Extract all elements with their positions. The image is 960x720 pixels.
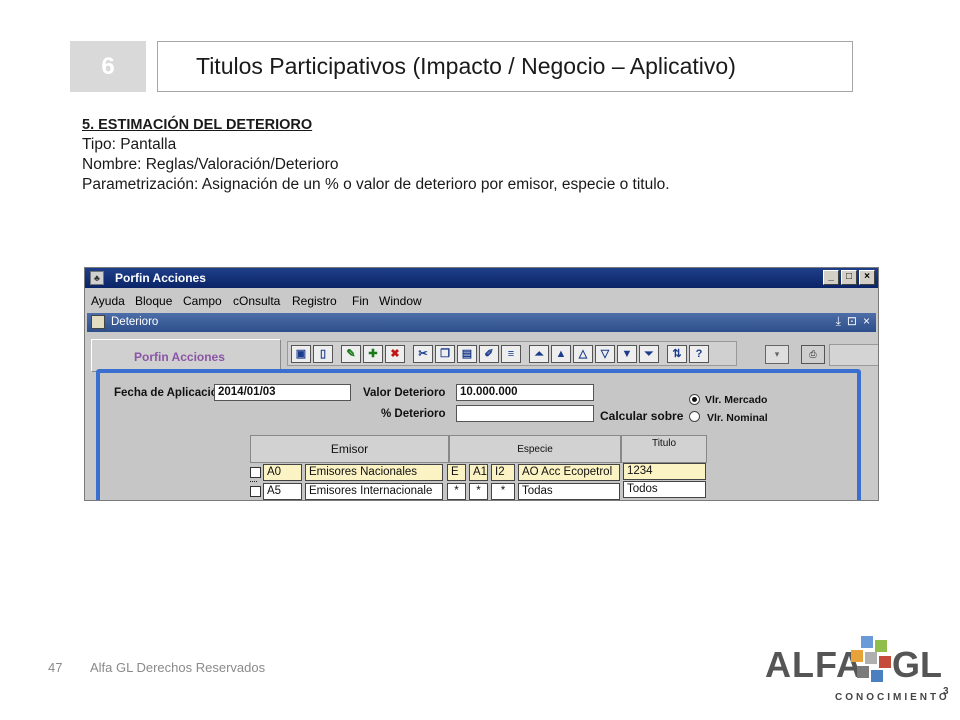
subwindow-minimize-button[interactable]: ⤓ [836,314,841,329]
window-title: Porfin Acciones [115,271,206,285]
copy-icon[interactable]: ❐ [435,344,455,363]
row-1-code[interactable]: A0 [263,464,302,481]
row-1-especie[interactable]: AO Acc Ecopetrol [518,464,620,481]
maximize-button[interactable]: □ [841,270,857,285]
radio-vlr-nominal[interactable] [689,411,700,422]
calcular-label: Calcular sobre [600,409,684,423]
query-icon[interactable]: ⇅ [667,344,687,363]
previous-record-icon[interactable]: △ [573,344,593,363]
edit-icon[interactable]: ✎ [341,344,361,363]
menu-consulta[interactable]: cOnsulta [233,294,280,308]
close-button[interactable]: × [859,270,875,285]
row-1-marker: ···· [249,476,258,486]
row-1-especie-i[interactable]: I2 [491,464,515,481]
slide-title: Titulos Participativos (Impacto / Negoci… [157,41,853,92]
description-block: 5. ESTIMACIÓN DEL DETERIORO Tipo: Pantal… [82,115,670,195]
edit-field-icon[interactable]: ✐ [479,344,499,363]
section-heading: 5. ESTIMACIÓN DEL DETERIORO [82,117,313,133]
menu-registro[interactable]: Registro [292,294,337,308]
row-2-checkbox[interactable] [250,486,261,497]
left-panel-label: Porfin Acciones [134,350,225,364]
last-record-icon[interactable]: ⏷ [639,344,659,363]
window-titlebar[interactable]: ♣ Porfin Acciones _ □ × [85,268,878,288]
row-2-especie-a[interactable]: * [469,483,488,500]
row-2-especie-i[interactable]: * [491,483,515,500]
menu-campo[interactable]: Campo [183,294,222,308]
previous-set-icon[interactable]: ▲ [551,344,571,363]
valor-deterioro-label: Valor Deterioro [363,387,446,399]
toolbar-panel [829,344,878,366]
row-1-titulo[interactable]: 1234 [623,463,706,480]
first-record-icon[interactable]: ⏶ [529,344,549,363]
row-1-especie-a[interactable]: A1 [469,464,488,481]
exit-icon[interactable]: ▯ [313,344,333,363]
radio-vlr-mercado-label: Vlr. Mercado [705,394,768,406]
dropdown-icon[interactable]: ▾ [765,345,789,364]
form-icon [91,315,105,329]
subwindow-titlebar[interactable]: Deterioro ⤓ ⊡ × [87,313,876,332]
subwindow-close-button[interactable]: × [863,314,870,329]
cube-logo-icon [851,636,891,682]
next-set-icon[interactable]: ▼ [617,344,637,363]
left-panel: Porfin Acciones [91,339,281,372]
emisor-header: Emisor [250,435,449,463]
menu-ayuda[interactable]: Ayuda [91,294,125,308]
titulo-header: Titulo [621,435,707,463]
save-icon[interactable]: ▣ [291,344,311,363]
pct-deterioro-field[interactable] [456,405,594,422]
list-icon[interactable]: ≡ [501,344,521,363]
row-2-especie-e[interactable]: * [447,483,466,500]
print-icon[interactable]: ⎙ [801,345,825,364]
menu-bloque[interactable]: Bloque [135,294,172,308]
minimize-button[interactable]: _ [823,270,839,285]
menu-window[interactable]: Window [379,294,422,308]
cut-icon[interactable]: ✂ [413,344,433,363]
subwindow-restore-button[interactable]: ⊡ [847,314,857,329]
next-record-icon[interactable]: ▽ [595,344,615,363]
app-window: ♣ Porfin Acciones _ □ × Ayuda Bloque Cam… [84,267,879,501]
logo-superscript: 3 [943,686,949,697]
radio-vlr-nominal-label: Vlr. Nominal [707,412,768,424]
form-area: Fecha de Aplicación 2014/01/03 Valor Det… [96,369,861,500]
alfa-gl-logo: ALFA GL CONOCIMIENTO 3 [765,630,955,710]
row-1-especie-e[interactable]: E [447,464,466,481]
parametrizacion-line: Parametrización: Asignación de un % o va… [82,176,670,193]
radio-vlr-mercado[interactable] [689,394,700,405]
delete-record-icon[interactable]: ✖ [385,344,405,363]
subwindow-title: Deterioro [111,316,159,328]
logo-subtitle: CONOCIMIENTO [835,692,950,703]
fecha-label: Fecha de Aplicación [114,387,225,399]
nombre-line: Nombre: Reglas/Valoración/Deterioro [82,156,339,173]
page-number: 47 [48,660,63,675]
valor-deterioro-field[interactable]: 10.000.000 [456,384,594,401]
copyright-text: Alfa GL Derechos Reservados [90,660,266,675]
app-icon: ♣ [90,271,104,285]
especie-header: Especie [449,435,621,463]
menu-bar: Ayuda Bloque Campo cOnsulta Registro Fin… [85,288,878,312]
toolbar: ▣ ▯ ✎ ✚ ✖ ✂ ❐ ▤ ✐ ≡ ⏶ ▲ △ ▽ ▼ ⏷ ⇅ ? [287,341,737,366]
paste-icon[interactable]: ▤ [457,344,477,363]
logo-text-gl: GL [892,644,942,685]
tipo-line: Tipo: Pantalla [82,136,177,153]
row-2-code[interactable]: A5 [263,483,302,500]
row-2-emisor[interactable]: Emisores Internacionale [305,483,443,500]
add-record-icon[interactable]: ✚ [363,344,383,363]
row-2-titulo[interactable]: Todos [623,481,706,498]
menu-fin[interactable]: Fin [352,294,369,308]
help-icon[interactable]: ? [689,344,709,363]
pct-deterioro-label: % Deterioro [381,408,446,420]
row-2-especie[interactable]: Todas [518,483,620,500]
row-1-emisor[interactable]: Emisores Nacionales [305,464,443,481]
fecha-field[interactable]: 2014/01/03 [214,384,351,401]
slide-number: 6 [70,41,146,92]
